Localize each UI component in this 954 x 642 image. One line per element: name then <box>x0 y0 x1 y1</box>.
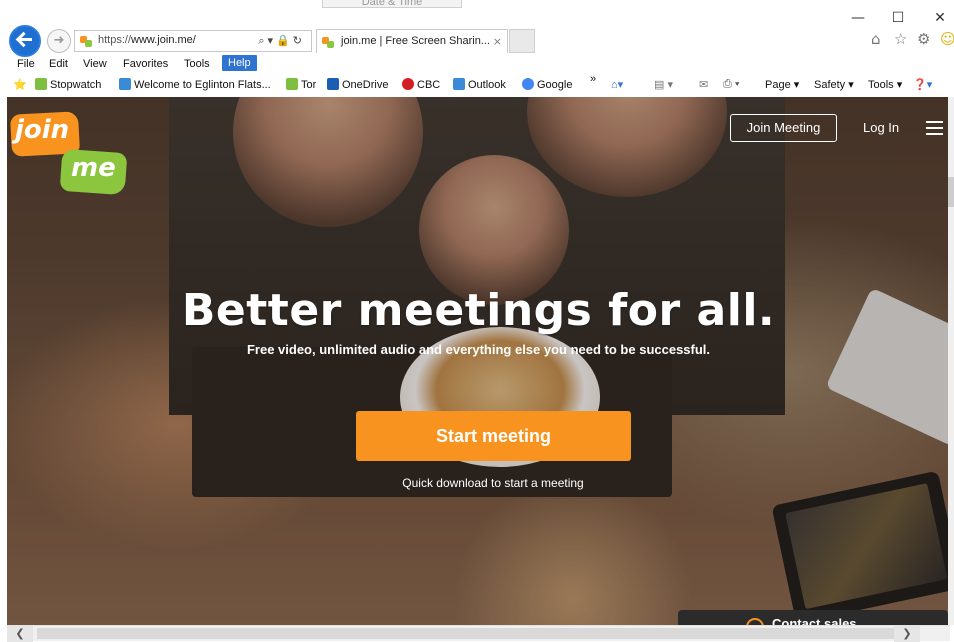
page-menu-label: Page <box>765 79 791 91</box>
safety-menu-label: Safety <box>814 79 846 91</box>
favorites-overflow[interactable]: » <box>590 73 596 85</box>
hero-overlay <box>7 97 950 625</box>
menu-edit[interactable]: Edit <box>49 58 68 70</box>
start-meeting-button[interactable]: Start meeting <box>356 411 631 461</box>
page-viewport: join me Join Meeting Log In Better meeti… <box>7 97 950 625</box>
safety-menu[interactable]: Safety ▾ <box>814 78 854 91</box>
maximize-button[interactable]: ☐ <box>883 8 913 28</box>
tab-favicon <box>322 37 335 48</box>
favorite-label: OneDrive <box>342 79 389 91</box>
menu-tools[interactable]: Tools <box>184 58 210 70</box>
chat-bubble-icon <box>746 618 764 625</box>
favorite-label: Welcome to Eglinton Flats... <box>134 79 271 91</box>
menu-bar: File Edit View Favorites Tools Help <box>0 55 954 75</box>
address-tools[interactable]: ⌕▾🔒↻ <box>258 34 305 48</box>
back-button[interactable] <box>9 25 41 57</box>
dropdown-icon[interactable]: ▾ <box>268 34 277 47</box>
ie-page-icon <box>119 78 131 90</box>
tab-close-icon[interactable]: × <box>493 35 502 48</box>
web-slice-icon <box>35 78 47 90</box>
logo-text-join: join <box>15 115 70 145</box>
joinme-logo[interactable]: join me <box>9 111 128 196</box>
web-slice-icon <box>286 78 298 90</box>
url-protocol: https:// <box>98 34 132 46</box>
page-menu[interactable]: Page ▾ <box>765 78 799 91</box>
favorite-label: Outlook <box>468 79 506 91</box>
menu-view[interactable]: View <box>83 58 107 70</box>
favorite-outlook[interactable]: Outlook <box>453 78 506 91</box>
feeds-icon[interactable]: ▤ ▾ <box>654 78 673 91</box>
forward-button[interactable]: ➜ <box>47 29 71 53</box>
mail-icon[interactable]: ✉ <box>699 78 708 91</box>
scroll-left-arrow-icon[interactable]: ❮ <box>7 626 33 642</box>
home-icon[interactable]: ⌂ <box>871 30 881 48</box>
tools-menu-label: Tools <box>868 79 894 91</box>
download-note: Quick download to start a meeting <box>402 476 584 490</box>
favorite-label: Google <box>537 79 573 91</box>
vertical-scroll-thumb[interactable] <box>948 177 954 207</box>
star-icon[interactable]: ☆ <box>894 30 907 48</box>
hero-subheadline: Free video, unlimited audio and everythi… <box>246 342 711 357</box>
help-icon[interactable]: ❓▾ <box>913 78 932 91</box>
home-command-icon[interactable]: ⌂▾ <box>611 78 623 91</box>
favorite-cbc[interactable]: CBC <box>402 78 440 91</box>
favorite-eglinton[interactable]: Welcome to Eglinton Flats... <box>119 78 271 91</box>
favorite-tor[interactable]: Tor <box>286 78 316 91</box>
menu-help[interactable]: Help <box>222 55 257 71</box>
cbc-icon <box>402 78 414 90</box>
refresh-icon[interactable]: ↻ <box>293 34 305 47</box>
favorite-google[interactable]: Google <box>522 78 572 91</box>
search-icon[interactable]: ⌕ <box>258 34 267 47</box>
horizontal-scrollbar[interactable]: ❮ ❯ <box>7 625 950 642</box>
menu-file[interactable]: File <box>17 58 35 70</box>
favorites-bar: ⭐ Stopwatch Welcome to Eglinton Flats...… <box>0 73 954 96</box>
tab-title: join.me | Free Screen Sharin... <box>341 35 490 47</box>
favorites-star-icon[interactable]: ⭐ <box>13 78 27 91</box>
url-text[interactable]: https://www.join.me/ <box>98 34 196 46</box>
hamburger-menu-icon[interactable] <box>926 121 943 135</box>
contact-sales-tab[interactable]: Contact sales <box>678 610 948 625</box>
print-icon[interactable]: ⎙ ▾ <box>723 78 739 91</box>
active-tab[interactable]: join.me | Free Screen Sharin... × <box>316 29 508 53</box>
horizontal-scroll-thumb[interactable] <box>37 628 907 639</box>
address-bar[interactable]: https://www.join.me/ ⌕▾🔒↻ <box>74 30 312 52</box>
google-icon <box>522 78 534 90</box>
browser-window: Date & Time — ☐ ✕ ➜ https://www.join.me/… <box>0 0 954 642</box>
new-tab-button[interactable] <box>509 29 535 53</box>
background-window-tab[interactable]: Date & Time <box>322 0 462 8</box>
favorite-label: CBC <box>417 79 441 91</box>
contact-sales-label: Contact sales <box>772 616 857 625</box>
gear-icon[interactable]: ⚙ <box>917 30 930 48</box>
favorite-label: Tor <box>301 79 317 91</box>
menu-favorites[interactable]: Favorites <box>123 58 168 70</box>
join-meeting-button[interactable]: Join Meeting <box>730 114 837 142</box>
log-in-link[interactable]: Log In <box>863 120 899 135</box>
site-favicon <box>80 36 93 47</box>
logo-text-me: me <box>71 153 116 183</box>
close-window-button[interactable]: ✕ <box>925 8 954 28</box>
favorite-label: Stopwatch <box>50 79 102 91</box>
vertical-scrollbar[interactable] <box>948 97 954 625</box>
lock-icon[interactable]: 🔒 <box>276 34 293 47</box>
hero-headline: Better meetings for all. <box>181 285 776 336</box>
favorite-stopwatch[interactable]: Stopwatch <box>35 78 101 91</box>
scroll-right-arrow-icon[interactable]: ❯ <box>894 626 920 642</box>
minimize-button[interactable]: — <box>843 8 873 28</box>
smiley-icon[interactable]: ☺ <box>940 30 954 48</box>
onedrive-icon <box>327 78 339 90</box>
ie-page-icon <box>453 78 465 90</box>
tools-menu[interactable]: Tools ▾ <box>868 78 902 91</box>
favorite-onedrive[interactable]: OneDrive <box>327 78 388 91</box>
url-host: www.join.me/ <box>131 34 196 46</box>
